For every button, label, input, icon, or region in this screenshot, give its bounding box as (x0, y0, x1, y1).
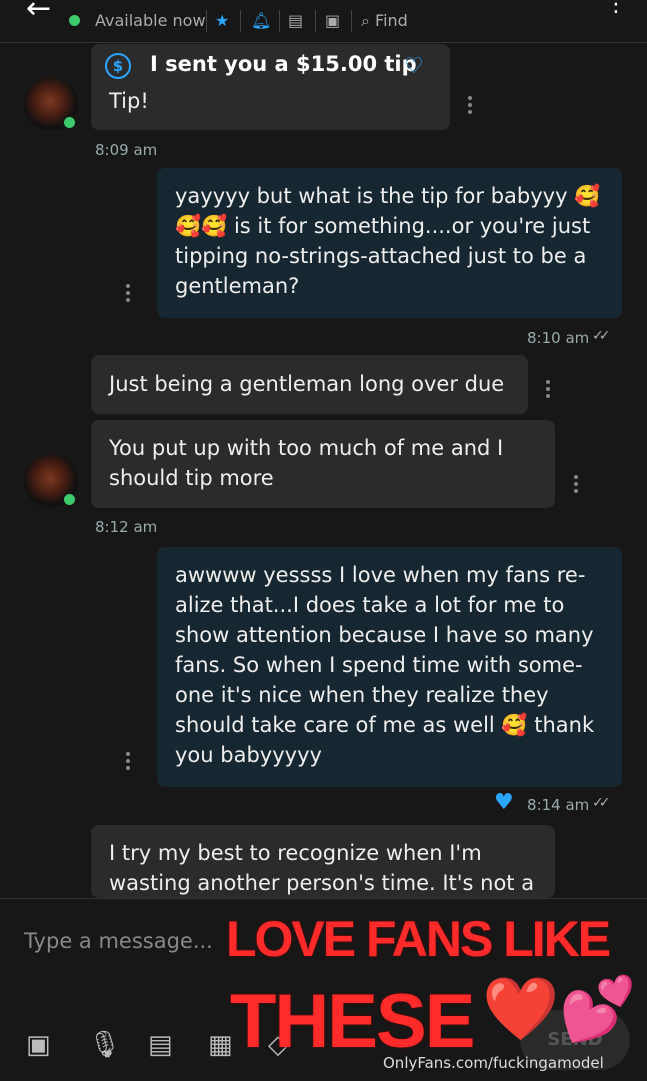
message-time: 8:09 am (95, 141, 158, 159)
image-icon[interactable]: ▣ (26, 1030, 51, 1060)
more-icon[interactable]: ⋮ (605, 0, 627, 16)
search-icon: ⌕ (361, 11, 376, 30)
top-bar: ← Available now ★ 🔔︎ ▤ ▣ ⌕ Find ⋮ (0, 0, 647, 43)
message-bubble-outgoing[interactable]: awwww yessss I love when my fans re-aliz… (157, 547, 622, 787)
online-status-dot (69, 15, 80, 26)
message-text: yayyyy but what is the tip for babyyy 🥰🥰… (175, 184, 601, 298)
message-text: Tip! (109, 89, 149, 113)
divider (240, 10, 241, 32)
hearts-emoji: ❤️💕 (482, 972, 637, 1045)
back-arrow-icon[interactable]: ← (26, 0, 51, 24)
message-text: awwww yessss I love when my fans re-aliz… (175, 563, 595, 767)
message-options-icon[interactable] (126, 752, 130, 773)
media-vault-icon[interactable]: ▤ (148, 1030, 173, 1060)
message-text: Just being a gentleman long over due (109, 372, 505, 396)
message-options-icon[interactable] (546, 380, 550, 401)
bell-icon[interactable]: 🔔︎ (251, 11, 271, 31)
online-status-dot (62, 115, 77, 130)
divider (206, 10, 207, 32)
message-options-icon[interactable] (468, 96, 472, 117)
message-bubble-incoming[interactable]: Just being a gentleman long over due (91, 355, 528, 414)
availability-status: Available now (95, 11, 206, 30)
overlay-caption-line1: LOVE FANS LIKE (226, 911, 611, 967)
overlay-caption-line2: THESE (230, 979, 475, 1064)
online-status-dot (62, 492, 77, 507)
message-time: 8:10 am (527, 329, 590, 347)
message-options-icon[interactable] (574, 475, 578, 496)
find-button[interactable]: ⌕ Find (361, 11, 408, 31)
read-receipt-icon: ✓✓ (592, 328, 611, 344)
liked-heart-icon[interactable]: ♥ (494, 790, 514, 815)
watermark: OnlyFans.com/fuckingamodel (383, 1054, 604, 1072)
message-text: I try my best to recognize when I'm wast… (109, 841, 535, 895)
media-icon[interactable]: ▣ (325, 11, 340, 31)
message-bubble-outgoing[interactable]: yayyyy but what is the tip for babyyy 🥰🥰… (157, 168, 622, 318)
divider (315, 10, 316, 32)
heart-tip-icon: ♡ (404, 54, 424, 79)
microphone-icon[interactable]: 🎙︎ (88, 1030, 121, 1060)
tip-amount-text: I sent you a $15.00 tip (150, 52, 417, 76)
message-input[interactable]: Type a message... (24, 929, 213, 953)
message-bubble-incoming[interactable]: I try my best to recognize when I'm wast… (91, 825, 555, 898)
divider (279, 10, 280, 32)
tip-dollar-icon: $ (105, 53, 131, 79)
message-options-icon[interactable] (126, 284, 130, 305)
divider (351, 10, 352, 32)
star-icon[interactable]: ★ (215, 11, 229, 31)
message-time: 8:14 am (527, 796, 590, 814)
note-icon[interactable]: ▤ (288, 11, 303, 31)
read-receipt-icon: ✓✓ (592, 795, 611, 811)
message-time: 8:12 am (95, 518, 158, 536)
schedule-icon[interactable]: ▦ (208, 1030, 233, 1060)
message-bubble-incoming[interactable]: You put up with too much of me and I sho… (91, 420, 555, 508)
message-text: You put up with too much of me and I sho… (109, 436, 504, 490)
